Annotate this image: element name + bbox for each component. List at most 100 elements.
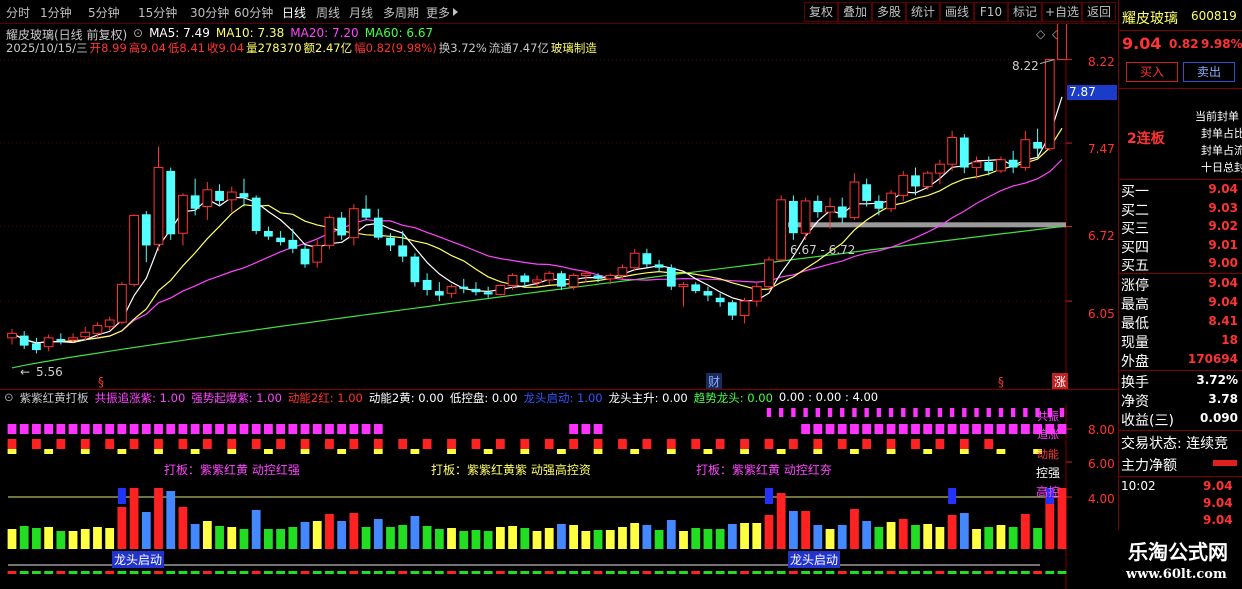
momentum-bar xyxy=(544,528,554,549)
sell-button[interactable]: 卖出 xyxy=(1183,62,1235,82)
candle-body xyxy=(1057,24,1067,61)
signal-red xyxy=(56,439,66,449)
watermark: 乐淘公式网 www.60lt.com xyxy=(1118,530,1242,589)
momentum-bar xyxy=(874,527,884,549)
period-30min[interactable]: 30分钟 xyxy=(190,4,229,21)
button-back[interactable]: 返回 xyxy=(1082,2,1116,22)
trend-dot xyxy=(93,571,102,574)
period-60min[interactable]: 60分钟 xyxy=(234,4,273,21)
candle-body xyxy=(557,273,566,287)
period-fenshi[interactable]: 分时 xyxy=(6,4,30,21)
event-marker[interactable]: § xyxy=(998,375,1004,389)
signal-magenta-top xyxy=(998,408,1004,417)
signal-magenta xyxy=(947,424,957,434)
signal-magenta xyxy=(825,424,835,434)
signal-yellow xyxy=(593,449,603,454)
candle-body xyxy=(813,200,823,213)
period-day[interactable]: 日线 xyxy=(282,4,306,21)
signal-magenta xyxy=(178,424,188,434)
stat-label: 最高 xyxy=(1121,297,1149,313)
momentum-bar xyxy=(447,528,456,549)
period-multi[interactable]: 多周期 xyxy=(383,4,419,21)
candle-body xyxy=(251,197,261,231)
candle-body xyxy=(800,200,811,234)
momentum-bar xyxy=(215,526,224,549)
signal-magenta xyxy=(813,424,823,434)
momentum-bar xyxy=(422,526,432,549)
signal-magenta xyxy=(911,424,920,434)
momentum-bar xyxy=(1020,514,1030,549)
candlestick-chart[interactable] xyxy=(0,24,1118,389)
trend-dot xyxy=(459,571,469,574)
button-mark[interactable]: 标记 xyxy=(1008,2,1042,22)
candle-body xyxy=(886,192,896,210)
signal-red xyxy=(813,439,823,449)
signal-magenta xyxy=(32,424,41,434)
momentum-bar xyxy=(898,519,908,549)
trend-dot xyxy=(215,571,224,574)
period-15min[interactable]: 15分钟 xyxy=(138,4,177,21)
candle-body xyxy=(166,170,176,235)
candle-body xyxy=(459,286,469,289)
trend-dot xyxy=(68,571,78,574)
trend-dot xyxy=(312,571,322,574)
candle-body xyxy=(56,338,66,342)
indicator-chart[interactable] xyxy=(0,404,1118,589)
signal-yellow xyxy=(996,449,1006,454)
momentum-bar xyxy=(483,531,493,549)
signal-magenta xyxy=(935,424,945,434)
period-more[interactable]: 更多 xyxy=(426,4,459,21)
bid-value: 9.03 xyxy=(1208,200,1238,215)
button-add-watchlist[interactable]: +自选 xyxy=(1042,2,1082,22)
buy-button[interactable]: 买入 xyxy=(1126,62,1178,82)
candle-body xyxy=(348,208,359,239)
signal-red xyxy=(227,439,237,449)
finance-marker[interactable]: 财 xyxy=(706,373,723,390)
candle-body xyxy=(959,137,969,168)
ma10-line xyxy=(11,127,1063,344)
candle-body xyxy=(654,264,664,268)
candle-body xyxy=(507,275,518,287)
button-f10[interactable]: F10 xyxy=(974,2,1008,22)
button-fuquan[interactable]: 复权 xyxy=(804,2,838,22)
momentum-bar xyxy=(312,521,322,549)
candle-body xyxy=(226,191,237,201)
period-week[interactable]: 周线 xyxy=(316,4,340,21)
trend-dot xyxy=(337,571,347,574)
period-1min[interactable]: 1分钟 xyxy=(40,4,72,21)
signal-text: 打板：紫紫红黄 动控红夯 xyxy=(696,463,832,477)
momentum-bar xyxy=(80,529,90,549)
event-marker[interactable]: § xyxy=(98,375,104,389)
trend-dot xyxy=(471,571,481,574)
period-month[interactable]: 月线 xyxy=(349,4,373,21)
button-multi-stock[interactable]: 多股 xyxy=(872,2,906,22)
signal-yellow xyxy=(630,449,640,454)
signal-magenta xyxy=(874,424,884,434)
stat-value: 9.04 xyxy=(1208,276,1238,290)
signal-red xyxy=(154,439,163,449)
signal-magenta-top xyxy=(925,408,930,417)
trend-dot xyxy=(239,571,249,574)
period-5min[interactable]: 5分钟 xyxy=(88,4,120,21)
signal-magenta xyxy=(850,424,859,434)
stat-label: 最低 xyxy=(1121,316,1149,332)
stat2-label: 收益(三) xyxy=(1121,413,1174,429)
signal-red xyxy=(740,439,749,449)
watermark-url: www.60lt.com xyxy=(1126,567,1227,582)
dragon-marker xyxy=(117,488,126,504)
signal-red xyxy=(276,439,285,449)
limit-up-marker[interactable]: 涨 xyxy=(1052,373,1069,390)
button-draw[interactable]: 画线 xyxy=(940,2,974,22)
trend-dot xyxy=(361,571,371,574)
trend-dot xyxy=(691,571,701,574)
momentum-bar xyxy=(740,523,749,549)
button-overlay[interactable]: 叠加 xyxy=(838,2,872,22)
signal-magenta xyxy=(215,424,224,434)
candle-body xyxy=(678,283,689,288)
candle-body xyxy=(984,161,994,171)
candle-body xyxy=(544,272,555,281)
button-stats[interactable]: 统计 xyxy=(906,2,940,22)
signal-red xyxy=(325,439,334,449)
candle-body xyxy=(751,286,762,302)
signal-red xyxy=(495,439,505,449)
